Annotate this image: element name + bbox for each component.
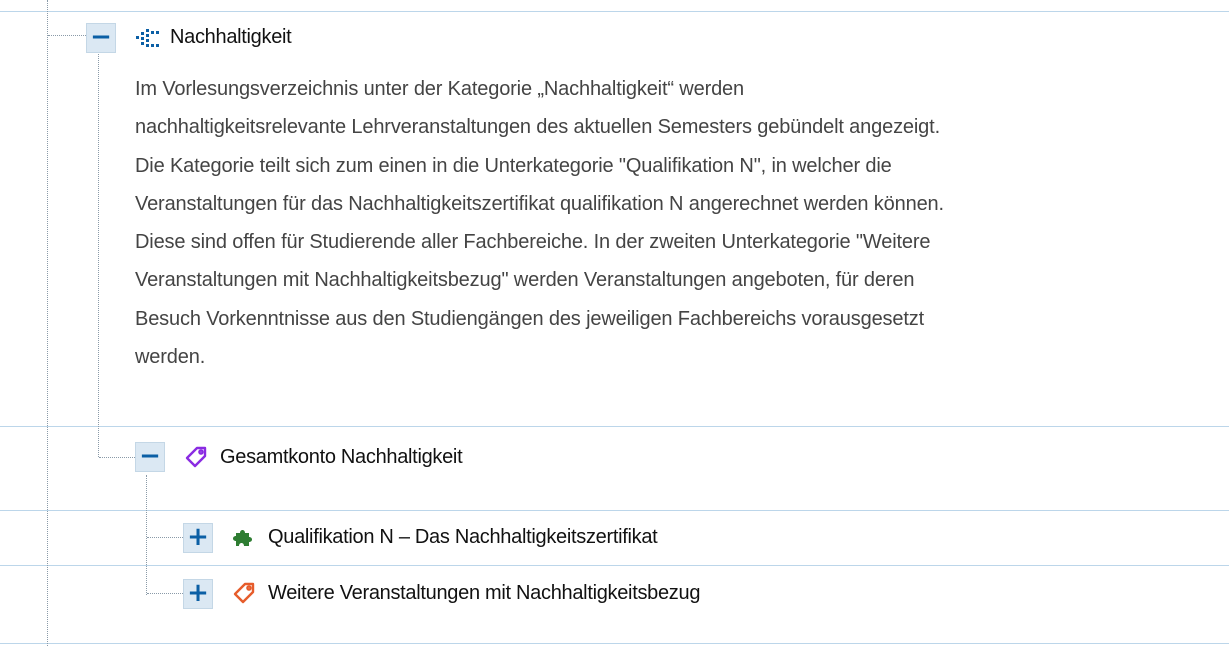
description-line: Veranstaltungen für das Nachhaltigkeitsz… [135, 192, 944, 215]
tree-connector [99, 457, 135, 458]
collapse-toggle[interactable]: − [135, 442, 165, 472]
puzzle-icon [233, 530, 252, 546]
description-line: Die Kategorie teilt sich zum einen in di… [135, 154, 892, 177]
category-description: Im Vorlesungsverzeichnis unter der Kateg… [135, 70, 1225, 376]
expand-toggle[interactable]: + [183, 579, 213, 609]
description-line: werden. [135, 346, 206, 369]
row-separator [0, 426, 1229, 427]
node-label[interactable]: Weitere Veranstaltungen mit Nachhaltigke… [268, 582, 700, 605]
tree-connector [146, 475, 147, 595]
tree-connector [47, 0, 48, 646]
tree-connector [98, 52, 99, 457]
row-separator [0, 565, 1229, 566]
dots-grid-icon [136, 29, 159, 47]
collapse-toggle[interactable]: − [86, 23, 116, 53]
tree-connector [147, 537, 183, 538]
expand-toggle[interactable]: + [183, 523, 213, 553]
row-separator [0, 510, 1229, 511]
description-line: Im Vorlesungsverzeichnis unter der Kateg… [135, 78, 744, 100]
row-separator [0, 11, 1229, 12]
tag-icon [185, 446, 207, 468]
description-line: nachhaltigkeitsrelevante Lehrveranstaltu… [135, 116, 940, 139]
description-line: Diese sind offen für Studierende aller F… [135, 231, 931, 254]
node-label[interactable]: Gesamtkonto Nachhaltigkeit [220, 446, 463, 469]
tree-connector [147, 593, 183, 594]
node-label[interactable]: Nachhaltigkeit [170, 26, 292, 49]
description-line: Veranstaltungen mit Nachhaltigkeitsbezug… [135, 269, 915, 292]
tree-connector [48, 35, 86, 36]
description-line: Besuch Vorkenntnisse aus den Studiengäng… [135, 307, 925, 330]
tag-icon [233, 582, 255, 604]
node-label[interactable]: Qualifikation N – Das Nachhaltigkeitszer… [268, 526, 658, 549]
row-separator [0, 643, 1229, 644]
